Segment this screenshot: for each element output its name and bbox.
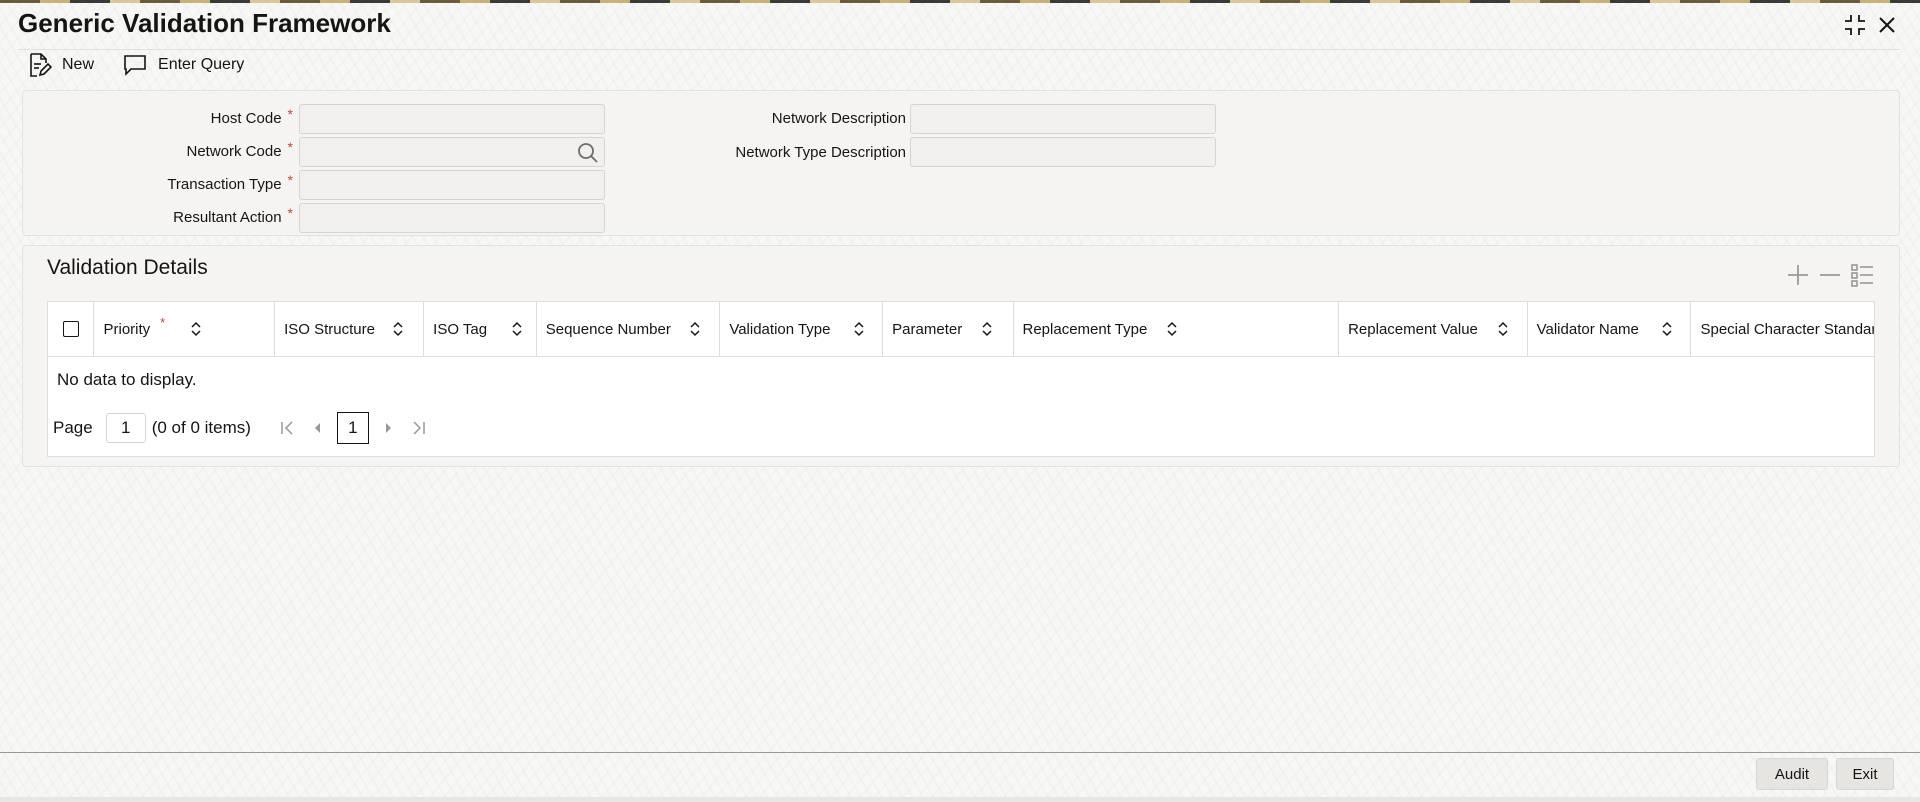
column-header-iso-tag[interactable]: ISO Tag (424, 302, 537, 356)
column-header-special-character-standard[interactable]: Special Character Standard (1691, 302, 1874, 356)
page-label: Page (53, 418, 93, 437)
remove-row-icon[interactable] (1817, 262, 1843, 288)
column-header-replacement-value[interactable]: Replacement Value (1339, 302, 1528, 356)
sort-icon (1166, 321, 1177, 337)
enter-query-button-label: Enter Query (158, 56, 245, 73)
validation-details-title: Validation Details (47, 256, 208, 279)
resultant-action-label: Resultant Action * (173, 205, 293, 226)
next-page-icon[interactable] (378, 418, 398, 438)
network-description-label: Network Description (771, 110, 906, 127)
column-header-iso-structure[interactable]: ISO Structure (275, 302, 425, 356)
new-button[interactable]: New (26, 52, 94, 78)
column-header-replacement-type[interactable]: Replacement Type (1014, 302, 1340, 356)
sort-icon (512, 321, 522, 337)
sort-icon (1662, 321, 1672, 337)
header-form-panel: Host Code * Network Code * Transaction Typ… (22, 90, 1900, 236)
validation-details-table: Priority * ISO Structure ISO Tag Sequence… (47, 301, 1875, 457)
grid-actions (1779, 262, 1875, 288)
first-page-icon[interactable] (278, 418, 298, 438)
title-divider (18, 49, 1900, 50)
sort-icon (982, 321, 992, 337)
close-icon[interactable] (1874, 12, 1900, 38)
sort-icon (690, 321, 700, 337)
audit-button[interactable]: Audit (1756, 758, 1828, 790)
new-button-label: New (62, 56, 95, 73)
minimize-icon[interactable] (1842, 12, 1868, 38)
column-header-validation-type[interactable]: Validation Type (720, 302, 884, 356)
page-number-input[interactable]: 1 (105, 413, 146, 443)
items-count-text: (0 of 0 items) (151, 418, 251, 437)
network-type-description-label: Network Type Description (735, 144, 906, 161)
page-title: Generic Validation Framework (18, 8, 391, 38)
column-header-priority[interactable]: Priority * (94, 302, 276, 356)
speech-bubble-icon (124, 55, 146, 76)
network-code-input[interactable] (299, 137, 605, 167)
select-all-cell (48, 302, 95, 356)
current-page-button[interactable]: 1 (336, 412, 369, 444)
last-page-icon[interactable] (408, 418, 428, 438)
no-data-message: No data to display. (57, 370, 197, 389)
bottom-strip (0, 797, 1920, 802)
network-code-label: Network Code * (186, 139, 294, 160)
table-header-row: Priority * ISO Structure ISO Tag Sequence… (48, 302, 1874, 357)
sort-icon (854, 321, 864, 337)
sort-icon (191, 321, 202, 337)
pagination: Page 1 (0 of 0 items) 1 (53, 412, 433, 444)
resultant-action-input[interactable] (299, 203, 605, 233)
select-all-checkbox[interactable] (63, 321, 79, 337)
footer-divider (0, 752, 1920, 753)
network-description-input[interactable] (910, 104, 1216, 134)
new-document-icon (30, 53, 52, 77)
previous-page-icon[interactable] (308, 418, 328, 438)
enter-query-button[interactable]: Enter Query (122, 52, 244, 78)
sort-icon (393, 321, 403, 337)
transaction-type-label: Transaction Type * (167, 172, 293, 193)
column-header-parameter[interactable]: Parameter (883, 302, 1014, 356)
column-header-sequence-number[interactable]: Sequence Number (537, 302, 721, 356)
column-header-validator-name[interactable]: Validator Name (1528, 302, 1692, 356)
host-code-input[interactable] (299, 104, 605, 134)
transaction-type-input[interactable] (299, 170, 605, 200)
host-code-label: Host Code * (210, 106, 293, 127)
single-record-view-icon[interactable] (1849, 262, 1875, 288)
add-row-icon[interactable] (1785, 262, 1811, 288)
sort-icon (1498, 321, 1508, 337)
validation-details-panel: Validation Details Priority* ISO Struct (22, 245, 1900, 467)
toolbar: New Enter Query (26, 52, 272, 78)
header-decoration-strip (0, 0, 1920, 3)
network-type-description-input[interactable] (910, 137, 1216, 167)
search-icon[interactable] (576, 141, 600, 165)
exit-button[interactable]: Exit (1836, 758, 1894, 790)
